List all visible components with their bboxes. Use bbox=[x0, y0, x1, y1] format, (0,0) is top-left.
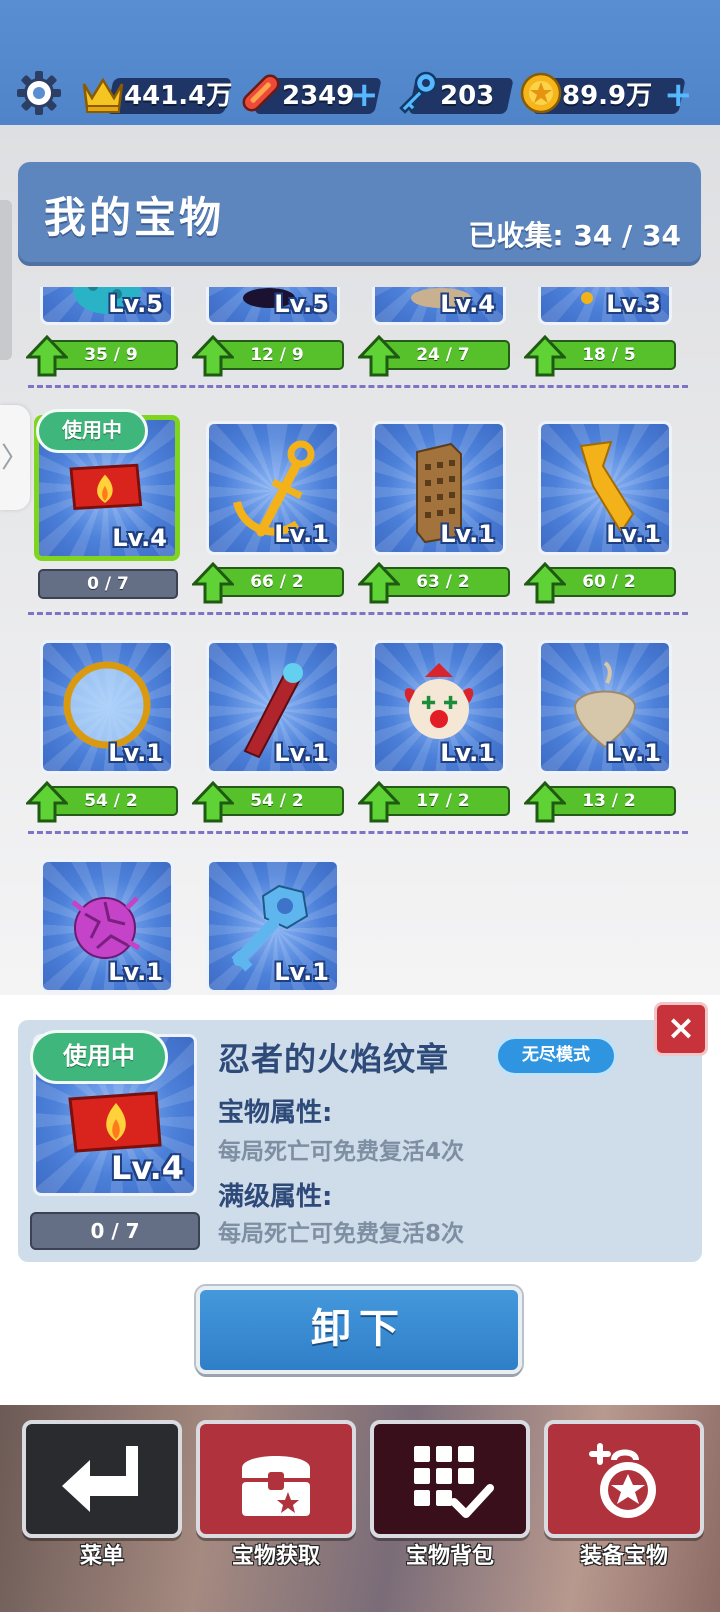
tile-level: Lv.5 bbox=[108, 290, 163, 318]
tile-level: Lv.1 bbox=[108, 739, 163, 767]
crowns-value: 441.4万 bbox=[124, 81, 233, 111]
treasure-name: 忍者的火焰纹章 bbox=[218, 1040, 450, 1078]
upgrade-arrow-icon[interactable] bbox=[524, 562, 566, 604]
treasure-header: 我的宝物 已收集: 34 / 34 bbox=[18, 162, 701, 266]
upgrade-arrow-icon[interactable] bbox=[358, 335, 400, 377]
upgrade-arrow-icon[interactable] bbox=[358, 562, 400, 604]
max-level-title: 满级属性: bbox=[218, 1182, 333, 1212]
grid-check-icon bbox=[414, 1446, 494, 1518]
progress-bar: 0 / 7 bbox=[38, 569, 178, 599]
nav-menu-button[interactable] bbox=[22, 1420, 182, 1538]
tile-level: Lv.1 bbox=[274, 520, 329, 548]
key-icon bbox=[399, 71, 438, 114]
in-use-badge: 使用中 bbox=[30, 1030, 168, 1084]
treasure-tile[interactable]: Lv.1 bbox=[372, 421, 506, 555]
settings-gear-icon[interactable] bbox=[14, 68, 64, 118]
endless-mode-badge: 无尽模式 bbox=[495, 1036, 617, 1076]
upgrade-arrow-icon[interactable] bbox=[358, 781, 400, 823]
upgrade-arrow-icon[interactable] bbox=[524, 781, 566, 823]
max-level-description: 每局死亡可免费复活8次 bbox=[218, 1221, 465, 1247]
unequip-button[interactable]: 卸下 bbox=[196, 1286, 522, 1374]
upgrade-arrow-icon[interactable] bbox=[192, 781, 234, 823]
tile-level: Lv.3 bbox=[606, 290, 661, 318]
treasure-tile[interactable]: Lv.1 bbox=[206, 640, 340, 774]
equip-treasure-icon bbox=[589, 1443, 656, 1518]
row-divider bbox=[28, 831, 688, 834]
treasure-tile[interactable]: Lv.1 bbox=[40, 640, 174, 774]
upgrade-arrow-icon[interactable] bbox=[192, 562, 234, 604]
tile-level: Lv.1 bbox=[440, 739, 495, 767]
nav-get-treasure-label: 宝物获取 bbox=[231, 1544, 320, 1569]
treasure-chest-icon bbox=[242, 1456, 310, 1516]
treasure-tile[interactable]: Lv.4 bbox=[372, 287, 506, 325]
treasure-tile[interactable]: Lv.5 bbox=[40, 287, 174, 325]
tile-level: Lv.1 bbox=[108, 958, 163, 986]
nav-treasure-bag-button[interactable] bbox=[370, 1420, 530, 1538]
treasure-tile[interactable]: ✚ ✚ Lv.1 bbox=[372, 640, 506, 774]
row-divider bbox=[28, 385, 688, 388]
selected-progress: 0 / 7 bbox=[30, 1212, 200, 1250]
nav-treasure-bag-label: 宝物背包 bbox=[405, 1544, 494, 1569]
treasure-tile[interactable]: Lv.1 bbox=[206, 859, 340, 993]
hoverboard-icon bbox=[242, 74, 280, 112]
collected-count: 已收集: 34 / 34 bbox=[468, 219, 681, 252]
treasure-tile[interactable]: Lv.3 bbox=[538, 287, 672, 325]
tile-level: Lv.4 bbox=[112, 524, 167, 552]
upgrade-arrow-icon[interactable] bbox=[26, 781, 68, 823]
return-arrow-icon bbox=[62, 1446, 138, 1512]
nav-menu-label: 菜单 bbox=[79, 1544, 124, 1569]
page-title: 我的宝物 bbox=[44, 193, 225, 242]
tile-level: Lv.1 bbox=[274, 739, 329, 767]
in-use-badge: 使用中 bbox=[36, 409, 148, 453]
treasure-tile[interactable]: Lv.1 bbox=[538, 640, 672, 774]
treasure-tile[interactable]: Lv.5 bbox=[206, 287, 340, 325]
svg-text:✚: ✚ bbox=[443, 693, 458, 714]
tile-level: Lv.1 bbox=[606, 520, 661, 548]
attribute-description: 每局死亡可免费复活4次 bbox=[218, 1139, 465, 1165]
nav-get-treasure-button[interactable] bbox=[196, 1420, 356, 1538]
coins-value: 89.9万 bbox=[562, 81, 653, 111]
add-coins-button[interactable]: + bbox=[664, 76, 693, 114]
keys-value: 203 bbox=[440, 81, 495, 111]
close-button[interactable]: × bbox=[654, 1002, 708, 1056]
coin-icon bbox=[520, 72, 562, 114]
treasure-tile[interactable]: Lv.1 bbox=[206, 421, 340, 555]
crown-icon bbox=[82, 77, 124, 113]
boards-value: 2349 bbox=[282, 81, 355, 111]
svg-text:✚: ✚ bbox=[421, 693, 436, 714]
tile-level: Lv.1 bbox=[274, 958, 329, 986]
attribute-title: 宝物属性: bbox=[218, 1098, 333, 1128]
nav-equip-treasure-button[interactable] bbox=[544, 1420, 704, 1538]
treasure-tile[interactable]: Lv.1 bbox=[40, 859, 174, 993]
tile-level: Lv.5 bbox=[274, 290, 329, 318]
selected-level: Lv.4 bbox=[110, 1149, 184, 1187]
tile-level: Lv.1 bbox=[440, 520, 495, 548]
tile-level: Lv.4 bbox=[440, 290, 495, 318]
treasure-tile[interactable]: Lv.1 bbox=[538, 421, 672, 555]
row-divider bbox=[28, 612, 688, 615]
treasure-grid: Lv.5 Lv.5 Lv.4 Lv.3 35 / 9 12 / 9 24 / 7… bbox=[0, 287, 720, 995]
tile-level: Lv.1 bbox=[606, 739, 661, 767]
upgrade-arrow-icon[interactable] bbox=[524, 335, 566, 377]
upgrade-arrow-icon[interactable] bbox=[26, 335, 68, 377]
add-boards-button[interactable]: + bbox=[350, 76, 379, 114]
upgrade-arrow-icon[interactable] bbox=[192, 335, 234, 377]
nav-equip-treasure-label: 装备宝物 bbox=[579, 1544, 668, 1569]
